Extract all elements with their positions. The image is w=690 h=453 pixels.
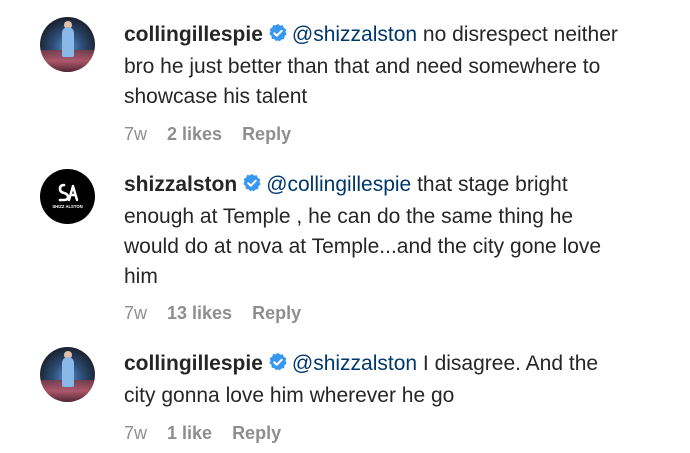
- verified-badge-icon: [268, 22, 288, 52]
- username-link[interactable]: collingillespie: [124, 23, 263, 46]
- comment-meta: 7w 2 likes Reply: [124, 124, 311, 145]
- comment-meta: 7w 1 like Reply: [124, 423, 301, 444]
- reply-button[interactable]: Reply: [242, 124, 291, 144]
- likes-count-link[interactable]: 13 likes: [167, 303, 232, 323]
- avatar[interactable]: [40, 347, 95, 402]
- avatar[interactable]: SHIZZ ALSTON: [40, 169, 95, 224]
- comment-meta: 7w 13 likes Reply: [124, 303, 321, 324]
- mention-link[interactable]: @shizzalston: [292, 352, 417, 375]
- avatar-photo-player: [62, 27, 74, 57]
- mention-link[interactable]: @collingillespie: [266, 173, 411, 196]
- mention-link[interactable]: @shizzalston: [292, 23, 417, 46]
- reply-button[interactable]: Reply: [252, 303, 301, 323]
- comment-body: shizzalston @collingillespie that stage b…: [124, 170, 624, 292]
- reply-button[interactable]: Reply: [232, 423, 281, 443]
- comment-timestamp[interactable]: 7w: [124, 124, 147, 144]
- comment-body: collingillespie @shizzalston no disrespec…: [124, 20, 624, 112]
- likes-count-link[interactable]: 2 likes: [167, 124, 222, 144]
- comment-timestamp[interactable]: 7w: [124, 423, 147, 443]
- comment-body: collingillespie @shizzalston I disagree. …: [124, 349, 624, 411]
- likes-count-link[interactable]: 1 like: [167, 423, 212, 443]
- username-link[interactable]: shizzalston: [124, 173, 237, 196]
- avatar[interactable]: [40, 17, 95, 72]
- comment-timestamp[interactable]: 7w: [124, 303, 147, 323]
- verified-badge-icon: [268, 351, 288, 381]
- avatar-logo-text: SHIZZ ALSTON: [52, 204, 82, 209]
- username-link[interactable]: collingillespie: [124, 352, 263, 375]
- shizz-alston-logo-icon: SHIZZ ALSTON: [52, 183, 83, 209]
- verified-badge-icon: [242, 172, 262, 202]
- avatar-photo-player: [62, 357, 74, 387]
